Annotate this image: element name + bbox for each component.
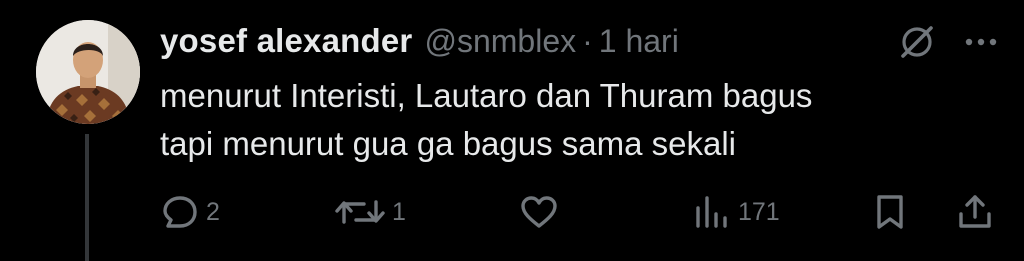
reply-button[interactable]: 2 — [160, 188, 220, 236]
tweet-text-line: menurut Interisti, Lautaro dan Thuram ba… — [160, 77, 813, 114]
retweet-icon — [334, 192, 386, 232]
grok-icon[interactable] — [897, 22, 937, 62]
bookmark-button[interactable] — [870, 188, 910, 236]
bookmark-icon — [870, 192, 910, 232]
views-icon — [690, 192, 732, 232]
separator-dot: · — [582, 22, 593, 59]
tweet-text: menurut Interisti, Lautaro dan Thuram ba… — [160, 72, 1000, 168]
share-icon — [955, 192, 995, 232]
avatar-image — [36, 20, 140, 124]
share-button[interactable] — [955, 188, 995, 236]
views-button[interactable]: 171 — [690, 188, 780, 236]
reply-icon — [160, 192, 200, 232]
display-name[interactable]: yosef alexander — [160, 22, 412, 60]
action-bar: 2 1 171 — [0, 188, 1024, 236]
tweet-header: yosef alexander @snmblex · 1 hari — [160, 18, 679, 64]
reply-count: 2 — [206, 197, 220, 226]
retweet-button[interactable]: 1 — [334, 188, 406, 236]
like-icon — [518, 192, 560, 232]
timestamp[interactable]: 1 hari — [599, 23, 679, 60]
avatar[interactable] — [36, 20, 140, 124]
username-handle[interactable]: @snmblex — [424, 23, 576, 60]
retweet-count: 1 — [392, 197, 406, 226]
more-options-icon[interactable] — [958, 22, 1004, 62]
views-count: 171 — [738, 197, 780, 226]
like-button[interactable] — [518, 188, 560, 236]
tweet[interactable]: yosef alexander @snmblex · 1 hari menuru… — [0, 0, 1024, 261]
tweet-text-line: tapi menurut gua ga bagus sama sekali — [160, 125, 737, 162]
